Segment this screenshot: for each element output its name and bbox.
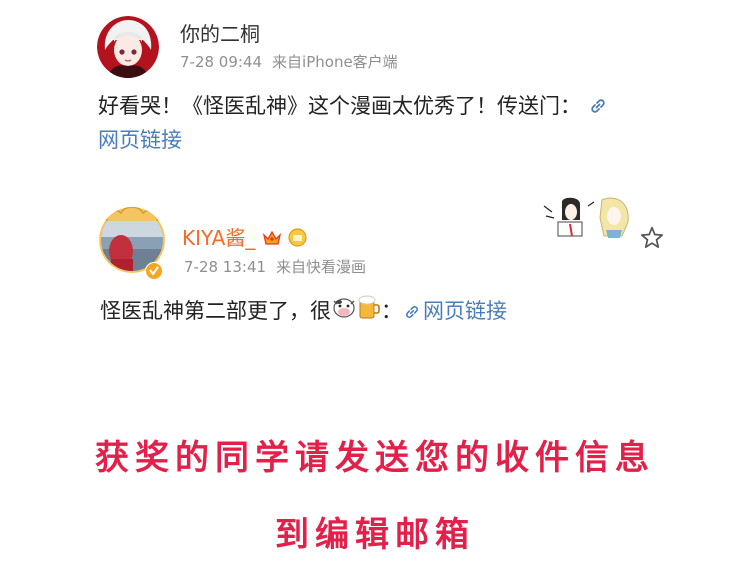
comment-body: 怪医乱神第二部更了，很 (100, 299, 331, 323)
comment-text: 怪医乱神第二部更了，很 ： 网页链接 (100, 294, 507, 330)
verified-badge (145, 262, 163, 284)
web-link[interactable]: 网页链接 (423, 299, 507, 323)
comment-meta: 7-28 09:44 来自iPhone客户端 (180, 51, 398, 72)
comment-meta: 7-28 13:41 来自快看漫画 (184, 256, 366, 277)
comment-time: 7-28 13:41 (184, 258, 267, 276)
comment-body: 好看哭！《怪医乱神》这个漫画太优秀了！传送门： (98, 94, 581, 118)
medal-badge (288, 227, 307, 252)
crown-badge (262, 228, 282, 252)
comment-source: 来自iPhone客户端 (272, 53, 398, 71)
promo-line-1: 获奖的同学请发送您的收件信息 (95, 438, 655, 478)
link-icon (404, 297, 420, 330)
star-icon[interactable] (639, 225, 665, 255)
avatar[interactable] (97, 16, 159, 78)
comment-body-tail: ： (381, 299, 402, 323)
commenter-name[interactable]: KIYA酱_ (182, 222, 307, 252)
comment-time: 7-28 09:44 (180, 53, 263, 71)
commenter-name-text[interactable]: KIYA酱_ (182, 226, 255, 250)
web-link[interactable]: 网页链接 (98, 124, 182, 157)
comment-source: 来自快看漫画 (276, 258, 367, 276)
comment-text: 好看哭！《怪医乱神》这个漫画太优秀了！传送门： (98, 90, 610, 125)
commenter-name[interactable]: 你的二桐 (180, 18, 260, 47)
beer-emoji (357, 294, 381, 330)
link-icon (589, 92, 607, 125)
cow-emoji (331, 295, 357, 329)
manga-card-image (540, 196, 640, 242)
promo-line-2: 到编辑邮箱 (275, 515, 475, 555)
